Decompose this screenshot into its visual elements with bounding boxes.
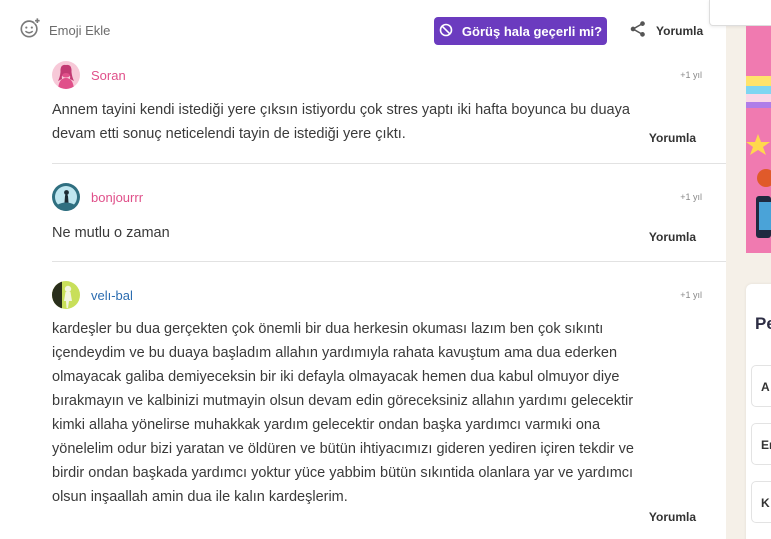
- comment-time: +1 yıl: [680, 192, 702, 202]
- right-sidebar: Pe A Er K: [709, 0, 771, 539]
- sidebar-chip[interactable]: A: [751, 365, 771, 407]
- comment-text: Annem tayini kendi istediği yere çıksın …: [52, 102, 630, 142]
- username-link[interactable]: velı-bal: [91, 288, 133, 303]
- comment-header: velı-bal +1 yıl: [52, 281, 726, 309]
- comments-section: Emoji Ekle Görüş hala geçerli mi? Yoruml…: [0, 0, 726, 539]
- reply-button[interactable]: Yorumla: [649, 510, 696, 524]
- block-icon: [439, 23, 453, 40]
- share-icon: [629, 20, 647, 43]
- sidebar-top-card: [709, 0, 771, 26]
- comment-header: bonjourrr +1 yıl: [52, 183, 726, 211]
- comment-item: bonjourrr +1 yıl Ne mutlu o zaman Yoruml…: [52, 183, 726, 262]
- avatar[interactable]: [52, 183, 80, 211]
- add-emoji-label: Emoji Ekle: [49, 22, 111, 38]
- sidebar-panel: Pe A Er K: [746, 284, 771, 539]
- username-link[interactable]: Soran: [91, 68, 126, 83]
- advertisement-image: [746, 26, 771, 253]
- sidebar-chip[interactable]: Er: [751, 423, 771, 465]
- add-emoji-button[interactable]: Emoji Ekle: [19, 17, 110, 43]
- comment-item: velı-bal +1 yıl kardeşler bu dua gerçekt…: [52, 281, 726, 539]
- comment-time: +1 yıl: [680, 290, 702, 300]
- comment-header: Soran +1 yıl: [52, 61, 726, 89]
- sidebar-panel-title: Pe: [755, 314, 771, 333]
- share-comment-button[interactable]: Yorumla: [629, 20, 703, 42]
- opinion-still-valid-button[interactable]: Görüş hala geçerli mi?: [434, 17, 607, 45]
- advertisement-banner[interactable]: [746, 26, 771, 253]
- username-link[interactable]: bonjourrr: [91, 190, 143, 205]
- avatar[interactable]: [52, 281, 80, 309]
- comment-item: Soran +1 yıl Annem tayini kendi istediği…: [52, 61, 726, 164]
- comment-toolbar: Emoji Ekle Görüş hala geçerli mi? Yoruml…: [0, 0, 726, 58]
- comment-label: Yorumla: [656, 24, 704, 38]
- comment-time: +1 yıl: [680, 70, 702, 80]
- avatar[interactable]: [52, 61, 80, 89]
- comment-text: Ne mutlu o zaman: [52, 225, 170, 241]
- reply-button[interactable]: Yorumla: [649, 230, 696, 244]
- opinion-button-label: Görüş hala geçerli mi?: [461, 23, 603, 39]
- emoji-add-icon: [19, 17, 41, 44]
- reply-button[interactable]: Yorumla: [649, 131, 696, 145]
- sidebar-chip[interactable]: K: [751, 481, 771, 523]
- comment-text: kardeşler bu dua gerçekten çok önemli bi…: [52, 321, 634, 505]
